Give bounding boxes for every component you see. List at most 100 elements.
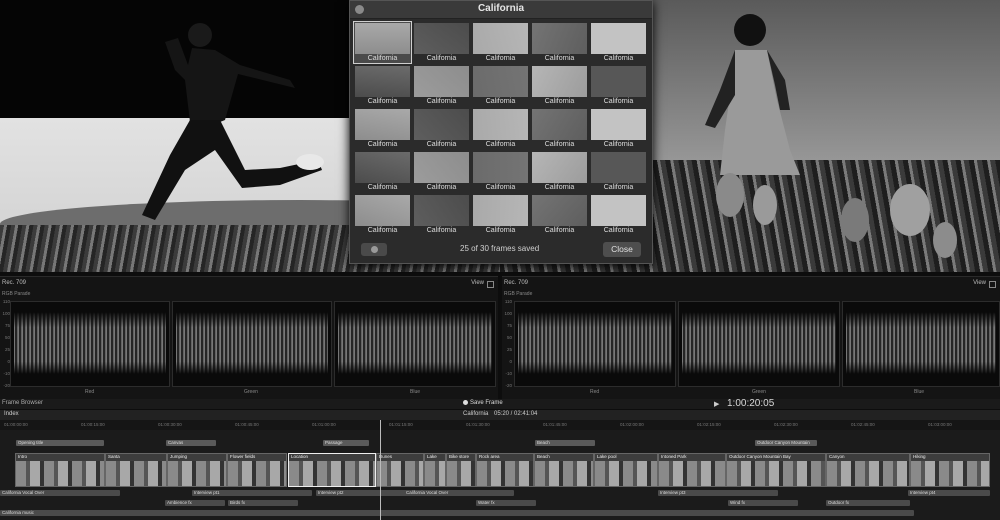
frame-browser-titlebar[interactable]: California xyxy=(350,1,652,19)
video-clip[interactable]: Jumping xyxy=(167,453,227,487)
video-clip[interactable]: Lake xyxy=(424,453,446,487)
frame-thumbnail[interactable]: California xyxy=(413,65,470,106)
frame-thumbnail[interactable]: California xyxy=(472,151,529,192)
frame-thumbnail[interactable]: California xyxy=(354,108,411,149)
frame-thumbnail[interactable]: California xyxy=(531,108,588,149)
save-frame-button[interactable]: Save Frame xyxy=(463,400,503,406)
video-clip[interactable]: Santa xyxy=(105,453,167,487)
video-clip[interactable]: Beach xyxy=(534,453,594,487)
video-clip-name: Intro xyxy=(18,454,28,459)
frame-thumbnail[interactable]: California xyxy=(354,151,411,192)
frame-thumbnail[interactable]: California xyxy=(413,108,470,149)
ruler-tick-label: 01:00:45:00 xyxy=(235,422,259,427)
frame-thumbnail[interactable]: California xyxy=(590,22,647,63)
frame-thumbnail-label: California xyxy=(426,227,457,234)
frame-thumbnail[interactable]: California xyxy=(590,151,647,192)
timeline-ruler[interactable]: 01:00:00:00 01:00:15:00 01:00:30:00 01:00:4… xyxy=(0,420,1000,430)
clip-filmstrip xyxy=(289,461,375,486)
audio-clip[interactable]: California music xyxy=(0,510,914,516)
audio-clip[interactable]: Interview pt3 xyxy=(658,490,778,496)
frame-image xyxy=(532,195,587,226)
clip-filmstrip xyxy=(228,461,286,486)
scope-view-menu[interactable]: View xyxy=(973,280,986,286)
frame-thumbnail-label: California xyxy=(367,55,398,62)
project-name: California xyxy=(463,411,489,417)
audio-clip[interactable]: Interview pt4 xyxy=(908,490,990,496)
frame-thumbnail[interactable]: California xyxy=(413,22,470,63)
video-clip[interactable]: Intro xyxy=(15,453,105,487)
frame-thumbnail[interactable]: California xyxy=(472,108,529,149)
video-clip-name: Jumping xyxy=(170,454,188,459)
video-clip[interactable]: Lake pool xyxy=(594,453,658,487)
title-clip[interactable]: Outdoor Canyon Mountain xyxy=(755,440,817,446)
title-clip[interactable]: Beach xyxy=(535,440,595,446)
frame-thumbnail[interactable]: California xyxy=(590,108,647,149)
frame-thumbnail[interactable]: California xyxy=(354,65,411,106)
frame-image xyxy=(473,23,528,54)
video-clip[interactable]: Canyon xyxy=(826,453,910,487)
title-clip[interactable]: Canvas xyxy=(166,440,216,446)
standing-person-figure xyxy=(705,14,800,175)
close-button[interactable]: Close xyxy=(603,242,641,257)
frame-image xyxy=(473,195,528,226)
frame-thumbnail[interactable]: California xyxy=(472,65,529,106)
video-clip[interactable]: Hiking xyxy=(910,453,990,487)
frame-thumbnail[interactable]: California xyxy=(531,65,588,106)
audio-clip[interactable]: Wind fx xyxy=(728,500,798,506)
video-clip[interactable]: Intoned Park xyxy=(658,453,726,487)
video-clip[interactable]: Flower fields xyxy=(227,453,287,487)
jumping-person-figure xyxy=(142,23,324,220)
add-frame-button[interactable] xyxy=(361,243,387,256)
video-clip[interactable]: Rock area xyxy=(476,453,534,487)
video-clip[interactable]: Outdoor Canyon Mountain Bay xyxy=(726,453,826,487)
frame-thumbnail[interactable]: California xyxy=(413,194,470,235)
title-clip[interactable]: Passage xyxy=(323,440,369,446)
video-clip[interactable]: Bike store xyxy=(446,453,476,487)
frame-thumbnail[interactable]: California xyxy=(353,21,412,64)
parade-red xyxy=(10,301,170,387)
audio-clip[interactable]: Outdoor fx xyxy=(826,500,910,506)
frame-thumbnail[interactable]: California xyxy=(590,65,647,106)
frame-image xyxy=(591,152,646,183)
index-button[interactable]: Index xyxy=(4,411,19,417)
frame-browser-toggle[interactable]: Frame Browser xyxy=(2,400,43,406)
scope-settings-icon[interactable] xyxy=(487,281,494,288)
frame-thumbnail[interactable]: California xyxy=(531,194,588,235)
audio-clip[interactable]: Birds fx xyxy=(228,500,298,506)
audio-clip[interactable]: California Vocal Over xyxy=(0,490,120,496)
frame-thumbnail-label: California xyxy=(603,184,634,191)
frame-browser-window[interactable]: California California California Californi… xyxy=(349,0,653,264)
clip-filmstrip xyxy=(535,461,593,486)
tulip-flowers xyxy=(716,173,957,258)
frame-thumbnail[interactable]: California xyxy=(354,194,411,235)
video-clip[interactable]: Location xyxy=(288,453,376,487)
frame-browser-title: California xyxy=(477,3,525,14)
clip-filmstrip xyxy=(106,461,166,486)
parade-green xyxy=(172,301,332,387)
play-icon[interactable]: ▶ xyxy=(714,400,719,408)
scope-type-label: RGB Parade xyxy=(2,291,31,297)
playhead[interactable] xyxy=(380,420,381,520)
audio-clip[interactable]: California Vocal Over xyxy=(404,490,514,496)
frame-thumbnail-label: California xyxy=(544,141,575,148)
frame-thumbnail[interactable]: California xyxy=(472,22,529,63)
video-clip[interactable]: Dunes xyxy=(376,453,424,487)
timeline[interactable]: Opening title Canvas Passage Beach Outdoor C… xyxy=(0,430,1000,520)
title-clip[interactable]: Opening title xyxy=(16,440,104,446)
audio-clip[interactable]: Ambience fx xyxy=(165,500,225,506)
ruler-tick-label: 01:02:00:00 xyxy=(620,422,644,427)
frame-thumbnail[interactable]: California xyxy=(413,151,470,192)
parade-red xyxy=(514,301,676,387)
frame-thumbnail[interactable]: California xyxy=(531,151,588,192)
scope-view-menu[interactable]: View xyxy=(471,280,484,286)
frame-thumbnail[interactable]: California xyxy=(472,194,529,235)
frame-thumbnail[interactable]: California xyxy=(531,22,588,63)
audio-clip[interactable]: Water fx xyxy=(476,500,536,506)
audio-clip[interactable]: Interview pt2 xyxy=(316,490,406,496)
frame-thumbnail-label: California xyxy=(485,55,516,62)
frame-thumbnail[interactable]: California xyxy=(590,194,647,235)
ruler-tick-label: 01:02:30:00 xyxy=(774,422,798,427)
audio-clip[interactable]: Interview pt1 xyxy=(192,490,312,496)
scope-settings-icon[interactable] xyxy=(989,281,996,288)
frame-thumbnail-label: California xyxy=(485,141,516,148)
